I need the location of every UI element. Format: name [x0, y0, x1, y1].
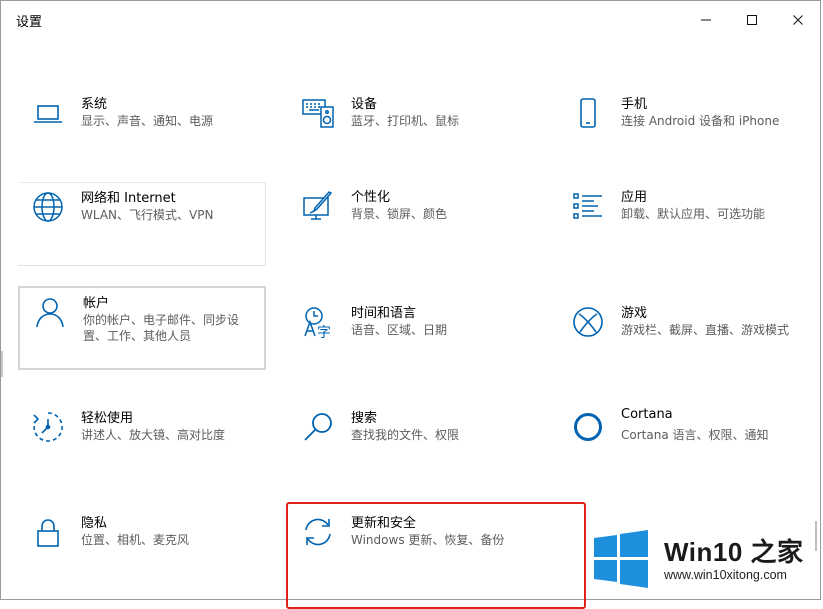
tile-accounts[interactable]: 帐户 你的帐户、电子邮件、同步设 置、工作、其他人员 — [18, 286, 266, 370]
tile-label: 网络和 Internet — [81, 191, 176, 206]
tile-description: 显示、声音、通知、电源 — [81, 114, 214, 128]
tile-apps[interactable]: 应用 卸载、默认应用、可选功能 — [558, 182, 806, 266]
globe-icon — [32, 191, 64, 223]
watermark-title: Win10 之家 — [664, 537, 804, 567]
sync-icon — [302, 516, 334, 548]
tile-privacy[interactable]: 隐私 位置、相机、麦克风 — [18, 508, 266, 592]
tile-description: 讲述人、放大镜、高对比度 — [81, 428, 226, 442]
tile-description: Windows 更新、恢复、备份 — [351, 533, 505, 547]
tile-description: 背景、锁屏、颜色 — [351, 207, 448, 221]
laptop-icon — [32, 97, 64, 129]
watermark-url: www.win10xitong.com — [664, 568, 787, 582]
tile-label: 更新和安全 — [351, 516, 417, 531]
devices-icon — [302, 97, 334, 129]
windows-logo-icon — [594, 530, 648, 588]
tile-description: 查找我的文件、权限 — [351, 428, 460, 442]
tile-description: 卸载、默认应用、可选功能 — [621, 207, 766, 221]
tile-label: 设备 — [351, 97, 378, 112]
tile-gaming[interactable]: 游戏 游戏栏、截屏、直播、游戏模式 — [558, 298, 806, 382]
watermark: Win10 之家 www.win10xitong.com — [588, 528, 820, 590]
magnifier-icon — [302, 411, 334, 443]
apps-list-icon — [572, 190, 604, 222]
tile-label: Cortana — [621, 407, 673, 422]
tile-devices[interactable]: 设备 蓝牙、打印机、鼠标 — [288, 89, 536, 173]
tile-description: 游戏栏、截屏、直播、游戏模式 — [621, 323, 790, 337]
tile-description: 蓝牙、打印机、鼠标 — [351, 114, 460, 128]
minimize-button[interactable] — [683, 1, 729, 39]
svg-text:字: 字 — [317, 325, 331, 338]
time-language-icon: 字 — [302, 306, 334, 338]
tile-label: 应用 — [621, 190, 648, 205]
tile-phone[interactable]: 手机 连接 Android 设备和 iPhone — [558, 89, 806, 173]
tile-label: 个性化 — [351, 190, 391, 205]
title-bar: 设置 — [1, 1, 820, 39]
left-edge-marker — [1, 351, 3, 377]
person-icon — [34, 296, 66, 328]
close-button[interactable] — [775, 1, 821, 39]
cortana-icon — [572, 411, 604, 443]
tile-label: 手机 — [621, 97, 648, 112]
lock-icon — [32, 516, 64, 548]
maximize-icon — [747, 15, 757, 25]
ease-of-access-icon — [32, 411, 64, 443]
minimize-icon — [701, 19, 711, 21]
tile-description: Cortana 语言、权限、通知 — [621, 428, 769, 442]
tile-label: 游戏 — [621, 306, 648, 321]
tile-label: 系统 — [81, 97, 108, 112]
close-icon — [793, 15, 803, 25]
tile-update-security[interactable]: 更新和安全 Windows 更新、恢复、备份 — [286, 502, 586, 609]
tile-description: WLAN、飞行模式、VPN — [81, 208, 214, 222]
tile-system[interactable]: 系统 显示、声音、通知、电源 — [18, 89, 266, 173]
settings-window: 设置 系统 显示、声音、通知、电源 设备 蓝牙、打印机、鼠标 手机 连接 And… — [0, 0, 821, 609]
personalization-icon — [302, 190, 334, 222]
tile-search[interactable]: 搜索 查找我的文件、权限 — [288, 403, 536, 487]
tile-network[interactable]: 网络和 Internet WLAN、飞行模式、VPN — [18, 182, 266, 266]
phone-icon — [572, 97, 604, 129]
tile-personalization[interactable]: 个性化 背景、锁屏、颜色 — [288, 182, 536, 266]
tile-label: 隐私 — [81, 516, 108, 531]
tile-description: 语音、区域、日期 — [351, 323, 448, 337]
tile-description: 你的帐户、电子邮件、同步设 置、工作、其他人员 — [83, 313, 240, 343]
tile-description: 位置、相机、麦克风 — [81, 533, 190, 547]
tile-label: 搜索 — [351, 411, 378, 426]
tile-label: 时间和语言 — [351, 306, 417, 321]
tile-ease-of-access[interactable]: 轻松使用 讲述人、放大镜、高对比度 — [18, 403, 266, 487]
tile-label: 帐户 — [83, 296, 110, 311]
tile-label: 轻松使用 — [81, 411, 134, 426]
window-title: 设置 — [16, 15, 43, 30]
tile-cortana[interactable]: Cortana Cortana 语言、权限、通知 — [558, 403, 806, 487]
maximize-button[interactable] — [729, 1, 775, 39]
xbox-icon — [572, 306, 604, 338]
tile-time-language[interactable]: 字 时间和语言 语音、区域、日期 — [288, 298, 536, 382]
tile-description: 连接 Android 设备和 iPhone — [621, 114, 780, 128]
